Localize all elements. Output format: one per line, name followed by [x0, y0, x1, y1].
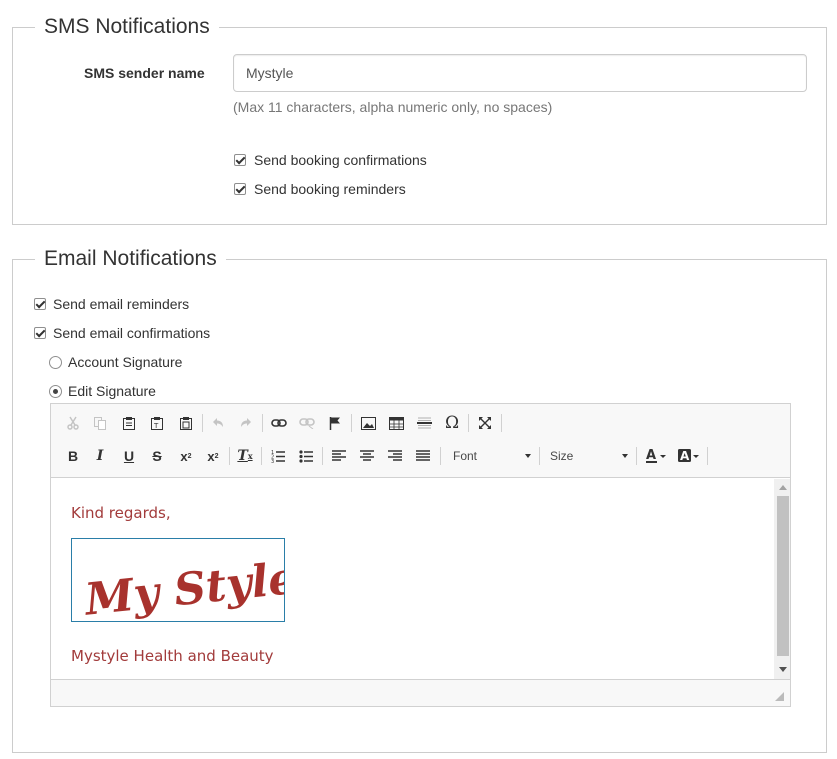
account-signature-label[interactable]: Account Signature — [68, 354, 182, 370]
sms-sender-help-text: (Max 11 characters, alpha numeric only, … — [233, 99, 553, 115]
italic-icon[interactable]: I — [89, 445, 111, 467]
size-combo[interactable]: Size — [544, 445, 632, 467]
copy-icon[interactable] — [89, 412, 111, 434]
svg-text:A: A — [646, 448, 656, 463]
superscript-icon[interactable]: x2 — [202, 445, 224, 467]
toolbar-separator — [351, 414, 352, 432]
maximize-icon[interactable] — [474, 412, 496, 434]
resize-handle-icon[interactable] — [775, 692, 784, 701]
scroll-thumb[interactable] — [777, 496, 789, 656]
toolbar-separator — [501, 414, 502, 432]
signature-logo-image[interactable]: My Style — [71, 538, 299, 626]
paste-icon[interactable] — [118, 412, 140, 434]
font-combo[interactable]: Font — [447, 445, 535, 467]
special-char-icon[interactable]: Ω — [441, 412, 463, 434]
toolbar-separator — [261, 447, 262, 465]
toolbar-separator — [707, 447, 708, 465]
sms-notifications-fieldset: SMS Notifications SMS sender name (Max 1… — [12, 14, 827, 225]
account-signature-radio[interactable] — [49, 356, 62, 369]
chevron-down-icon — [622, 454, 628, 458]
editor-statusbar — [51, 679, 790, 706]
send-email-confirmations-label[interactable]: Send email confirmations — [53, 325, 210, 341]
subscript-icon[interactable]: x2 — [175, 445, 197, 467]
cut-icon[interactable] — [62, 412, 84, 434]
editor-toolbar: T Ω B I U S x 2 x 2 T x 1 2 3 Font Size … — [51, 404, 790, 478]
paste-text-icon[interactable]: T — [146, 412, 168, 434]
mystyle-logo-icon: My Style — [81, 553, 299, 626]
text-color-icon[interactable]: A — [644, 445, 670, 467]
toolbar-separator — [468, 414, 469, 432]
remove-format-icon[interactable]: Tx — [234, 445, 256, 467]
sms-sender-name-label: SMS sender name — [84, 65, 205, 81]
signature-company-name: Mystyle Health and Beauty — [71, 647, 274, 665]
svg-text:3: 3 — [271, 459, 274, 463]
email-notifications-legend: Email Notifications — [35, 246, 226, 272]
toolbar-separator — [440, 447, 441, 465]
editor-content-area[interactable]: Kind regards, My Style Mystyle Health an… — [51, 479, 790, 679]
align-right-icon[interactable] — [384, 445, 406, 467]
redo-icon[interactable] — [235, 412, 257, 434]
table-icon[interactable] — [385, 412, 407, 434]
numbered-list-icon[interactable]: 123 — [267, 445, 289, 467]
send-booking-reminders-label[interactable]: Send booking reminders — [254, 181, 406, 197]
image-icon[interactable] — [357, 412, 379, 434]
svg-text:A: A — [680, 449, 690, 463]
align-left-icon[interactable] — [328, 445, 350, 467]
send-email-reminders-checkbox[interactable] — [34, 298, 46, 310]
align-center-icon[interactable] — [356, 445, 378, 467]
toolbar-separator — [202, 414, 203, 432]
toolbar-separator — [229, 447, 230, 465]
toolbar-separator — [322, 447, 323, 465]
edit-signature-label[interactable]: Edit Signature — [68, 383, 156, 399]
paste-word-icon[interactable] — [175, 412, 197, 434]
edit-signature-radio[interactable] — [49, 385, 62, 398]
underline-icon[interactable]: U — [118, 445, 140, 467]
link-icon[interactable] — [268, 412, 290, 434]
bulleted-list-icon[interactable] — [295, 445, 317, 467]
email-notifications-fieldset: Email Notifications Send email reminders… — [12, 246, 827, 753]
editor-scrollbar[interactable] — [774, 479, 790, 679]
scroll-up-arrow-icon[interactable] — [779, 485, 787, 490]
logo-wordmark: My Style — [81, 553, 284, 621]
sms-sender-name-input[interactable] — [233, 54, 807, 92]
send-booking-reminders-checkbox[interactable] — [234, 183, 246, 195]
toolbar-separator — [539, 447, 540, 465]
send-email-confirmations-checkbox[interactable] — [34, 327, 46, 339]
horizontal-line-icon[interactable] — [413, 412, 435, 434]
justify-icon[interactable] — [412, 445, 434, 467]
sms-notifications-legend: SMS Notifications — [35, 14, 219, 40]
chevron-down-icon — [525, 454, 531, 458]
bg-color-icon[interactable]: A — [677, 445, 703, 467]
strike-icon[interactable]: S — [146, 445, 168, 467]
font-combo-label: Font — [453, 449, 478, 463]
signature-greeting: Kind regards, — [71, 504, 171, 522]
anchor-icon[interactable] — [324, 412, 346, 434]
send-booking-confirmations-label[interactable]: Send booking confirmations — [254, 152, 427, 168]
scroll-down-arrow-icon[interactable] — [779, 667, 787, 672]
svg-text:T: T — [153, 422, 159, 430]
toolbar-separator — [636, 447, 637, 465]
signature-editor: T Ω B I U S x 2 x 2 T x 1 2 3 Font Size … — [50, 403, 791, 707]
undo-icon[interactable] — [207, 412, 229, 434]
toolbar-separator — [262, 414, 263, 432]
unlink-icon[interactable] — [296, 412, 318, 434]
size-combo-label: Size — [550, 449, 574, 463]
send-email-reminders-label[interactable]: Send email reminders — [53, 296, 189, 312]
bold-icon[interactable]: B — [62, 445, 84, 467]
send-booking-confirmations-checkbox[interactable] — [234, 154, 246, 166]
